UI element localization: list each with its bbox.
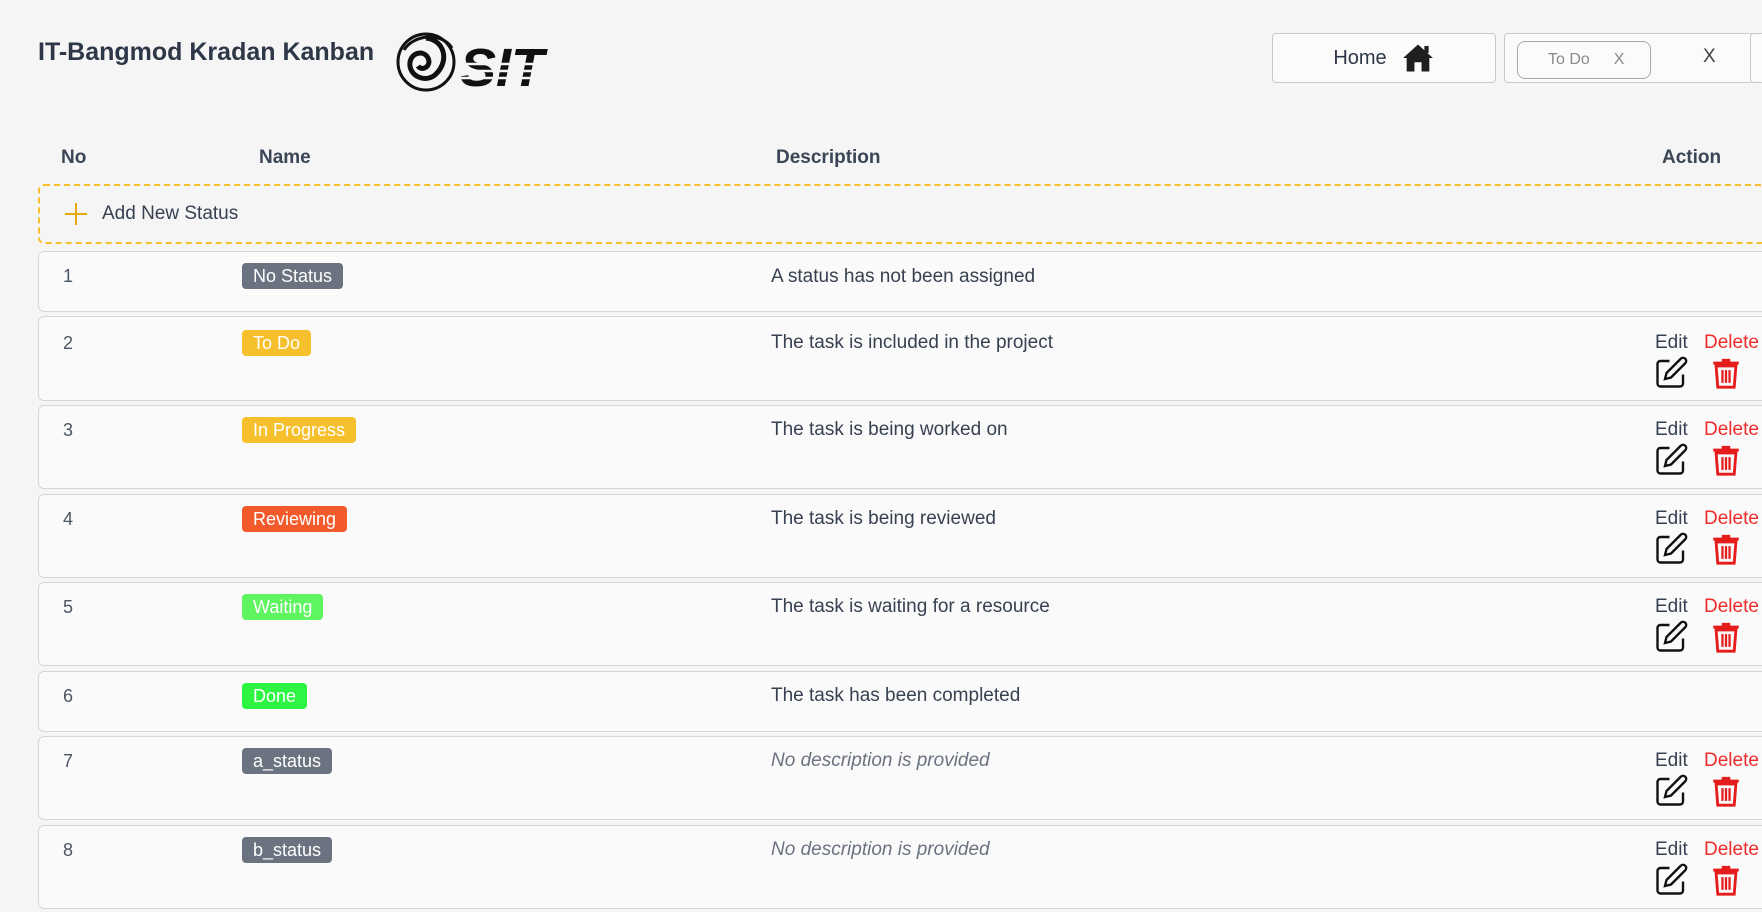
status-description: The task is included in the project [771, 332, 1053, 353]
edit-button[interactable]: Edit [1655, 596, 1688, 618]
table-row: 5 Waiting The task is waiting for a reso… [38, 582, 1762, 666]
column-header-action: Action [1662, 147, 1722, 168]
trash-icon[interactable] [1709, 442, 1743, 478]
table-row: 2 To Do The task is included in the proj… [38, 316, 1762, 401]
filter-chip-label: To Do [1548, 51, 1590, 68]
home-icon [1402, 44, 1433, 72]
row-number: 3 [63, 420, 74, 440]
status-description: The task has been completed [771, 685, 1021, 706]
table-row: 1 No Status A status has not been assign… [38, 251, 1762, 312]
edit-icon[interactable] [1653, 619, 1689, 655]
trash-icon[interactable] [1709, 773, 1743, 809]
status-badge[interactable]: To Do [242, 330, 312, 356]
home-label: Home [1333, 46, 1387, 69]
status-badge[interactable]: Waiting [242, 594, 324, 620]
app-title: IT-Bangmod Kradan Kanban [38, 38, 375, 66]
table-row: 6 Done The task has been completed [38, 671, 1762, 732]
table-row: 7 a_status No description is provided Ed… [38, 736, 1762, 820]
trash-icon[interactable] [1709, 862, 1743, 898]
svg-text:SIT: SIT [460, 38, 548, 94]
filter-chip[interactable]: To Do X [1517, 41, 1651, 79]
edit-icon[interactable] [1653, 773, 1689, 809]
edit-icon[interactable] [1653, 862, 1689, 898]
status-manager-page: IT-Bangmod Kradan Kanban SIT Home To Do … [0, 0, 1762, 912]
status-badge[interactable]: In Progress [242, 417, 357, 443]
table-row: 3 In Progress The task is being worked o… [38, 405, 1762, 489]
table-row: 8 b_status No description is provided Ed… [38, 825, 1762, 909]
status-filter[interactable]: To Do X X [1504, 33, 1754, 83]
delete-button[interactable]: Delete [1704, 596, 1759, 618]
status-badge[interactable]: b_status [242, 837, 333, 863]
filter-chip-remove-button[interactable]: X [1614, 51, 1625, 69]
row-number: 5 [63, 597, 74, 617]
status-badge[interactable]: Done [242, 683, 308, 709]
delete-button[interactable]: Delete [1704, 750, 1759, 772]
edit-button[interactable]: Edit [1655, 750, 1688, 772]
trash-icon[interactable] [1709, 619, 1743, 655]
status-description: The task is waiting for a resource [771, 596, 1050, 617]
table-row: 4 Reviewing The task is being reviewed E… [38, 494, 1762, 578]
edit-button[interactable]: Edit [1655, 332, 1688, 354]
column-header-description: Description [776, 147, 881, 168]
row-number: 4 [63, 509, 74, 529]
plus-icon [64, 202, 88, 226]
column-header-name: Name [259, 147, 311, 168]
status-description: The task is being worked on [771, 419, 1008, 440]
row-number: 8 [63, 840, 74, 860]
add-status-button[interactable]: Add New Status [38, 184, 1762, 244]
trash-icon[interactable] [1709, 531, 1743, 567]
delete-button[interactable]: Delete [1704, 508, 1759, 530]
edit-button[interactable]: Edit [1655, 508, 1688, 530]
delete-button[interactable]: Delete [1704, 332, 1759, 354]
trash-icon[interactable] [1709, 355, 1743, 391]
row-number: 6 [63, 686, 74, 706]
add-status-label: Add New Status [102, 203, 239, 224]
status-badge[interactable]: No Status [242, 263, 344, 289]
edit-icon[interactable] [1653, 442, 1689, 478]
delete-button[interactable]: Delete [1704, 839, 1759, 861]
header-button[interactable] [1750, 33, 1762, 83]
status-description: No description is provided [771, 750, 990, 771]
status-description: No description is provided [771, 839, 990, 860]
status-description: The task is being reviewed [771, 508, 996, 529]
row-number: 7 [63, 751, 74, 771]
status-description: A status has not been assigned [771, 266, 1036, 287]
delete-button[interactable]: Delete [1704, 419, 1759, 441]
status-badge[interactable]: Reviewing [242, 506, 348, 532]
edit-icon[interactable] [1653, 531, 1689, 567]
edit-button[interactable]: Edit [1655, 839, 1688, 861]
row-number: 2 [63, 333, 74, 353]
filter-clear-button[interactable]: X [1703, 46, 1716, 68]
edit-button[interactable]: Edit [1655, 419, 1688, 441]
row-number: 1 [63, 266, 74, 286]
column-header-no: No [61, 147, 87, 168]
sit-logo: SIT [396, 32, 556, 94]
edit-icon[interactable] [1653, 355, 1689, 391]
home-button[interactable]: Home [1272, 33, 1496, 83]
status-badge[interactable]: a_status [242, 748, 333, 774]
